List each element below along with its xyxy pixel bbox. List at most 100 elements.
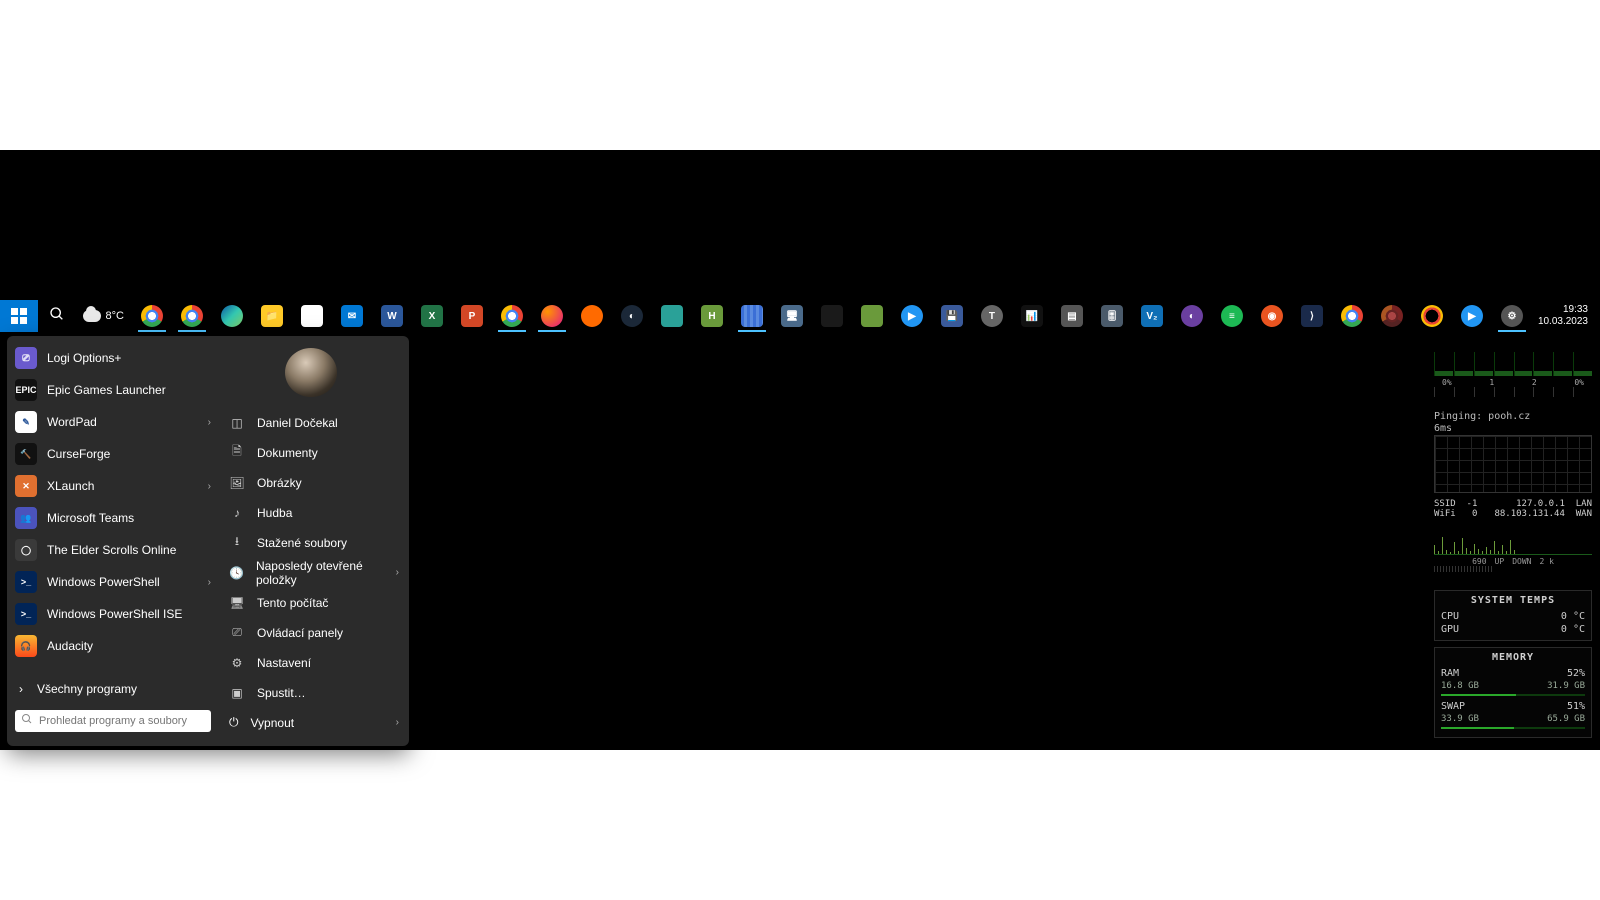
start-app-label: Logi Options+ xyxy=(47,351,121,365)
start-link-4[interactable]: 🕓Naposledy otevřené položky› xyxy=(219,558,409,588)
clock-time: 19:33 xyxy=(1538,304,1588,316)
taskbar-app-app-t[interactable]: T xyxy=(972,300,1012,332)
start-link-2[interactable]: ♪Hudba xyxy=(219,498,409,528)
taskbar-app-ubuntu[interactable]: ◉ xyxy=(1252,300,1292,332)
taskbar-app-app-h[interactable]: H xyxy=(692,300,732,332)
start-app-label: WordPad xyxy=(47,415,97,429)
taskbar-app-chrome-e[interactable] xyxy=(1372,300,1412,332)
start-button[interactable] xyxy=(0,300,38,332)
start-app-2[interactable]: ✎WordPad› xyxy=(7,406,219,438)
taskbar-app-word[interactable]: W xyxy=(372,300,412,332)
start-app-label: Epic Games Launcher xyxy=(47,383,166,397)
app-icon: ✎ xyxy=(15,411,37,433)
swap-bar xyxy=(1441,727,1514,729)
taskbar-app-app-yellow-d[interactable]: ⟩ xyxy=(1292,300,1332,332)
taskbar-app-app-monitor[interactable]: 🖥 xyxy=(772,300,812,332)
desktop-widgets: 0% 1 2 0% Pinging: pooh.cz 6ms SSID -1 1… xyxy=(1434,352,1592,744)
power-button[interactable]: ⏻ Vypnout › xyxy=(219,708,409,738)
start-menu: ⎚Logi Options+EPICEpic Games Launcher ✎ Wo… xyxy=(7,336,409,746)
taskbar-app-app-save[interactable]: 💾 xyxy=(932,300,972,332)
taskbar-app-app-teal[interactable] xyxy=(652,300,692,332)
chrome-icon xyxy=(141,305,163,327)
start-menu-app-list: ⎚Logi Options+EPICEpic Games Launcher ✎ Wo… xyxy=(7,336,219,746)
taskbar-app-app-purple[interactable]: ◐ xyxy=(1172,300,1212,332)
ping-graph xyxy=(1434,435,1592,493)
app-mixer-icon: 🎚 xyxy=(1101,305,1123,327)
taskbar-app-app-blue-play2[interactable]: ▶ xyxy=(1452,300,1492,332)
taskbar-app-calendar[interactable] xyxy=(292,300,332,332)
taskbar-app-edge[interactable] xyxy=(212,300,252,332)
start-app-4[interactable]: ✕XLaunch› xyxy=(7,470,219,502)
taskbar: 8°C 📁✉WXP◐H🖥▶💾T📊▤🎚V₂◐≡◉⟩▶⚙ 19:33 10.03.2… xyxy=(0,300,1600,332)
start-link-3[interactable]: ⭳Stažené soubory xyxy=(219,528,409,558)
app-save-icon: 💾 xyxy=(941,305,963,327)
taskbar-app-powerpoint[interactable]: P xyxy=(452,300,492,332)
start-link-7[interactable]: ⚙Nastavení xyxy=(219,648,409,678)
app-green-sq-icon xyxy=(861,305,883,327)
taskbar-app-app-v2[interactable]: V₂ xyxy=(1132,300,1172,332)
taskbar-app-app-blue-play[interactable]: ▶ xyxy=(892,300,932,332)
start-link-0[interactable]: 🗎Dokumenty xyxy=(219,438,409,468)
edge-icon xyxy=(221,305,243,327)
taskbar-app-settings-gear[interactable]: ⚙ xyxy=(1492,300,1532,332)
start-app-3[interactable]: 🔨CurseForge xyxy=(7,438,219,470)
chrome-d-icon xyxy=(1341,305,1363,327)
start-app-9[interactable]: 🎧Audacity xyxy=(7,630,219,662)
all-programs-label: Všechny programy xyxy=(37,682,137,696)
taskbar-app-spotify[interactable]: ≡ xyxy=(1212,300,1252,332)
clock[interactable]: 19:33 10.03.2023 xyxy=(1532,304,1594,328)
taskbar-app-app-blue-stripes[interactable] xyxy=(732,300,772,332)
taskbar-app-app-mixer[interactable]: 🎚 xyxy=(1092,300,1132,332)
start-app-5[interactable]: 👥Microsoft Teams xyxy=(7,502,219,534)
start-link-5[interactable]: 🖥Tento počítač xyxy=(219,588,409,618)
start-app-7[interactable]: >_Windows PowerShell› xyxy=(7,566,219,598)
start-link-1[interactable]: 🖼Obrázky xyxy=(219,468,409,498)
taskbar-app-excel[interactable]: X xyxy=(412,300,452,332)
spotify-icon: ≡ xyxy=(1221,305,1243,327)
start-app-6[interactable]: ◯The Elder Scrolls Online xyxy=(7,534,219,566)
app-orange-icon xyxy=(581,305,603,327)
taskbar-app-steam[interactable]: ◐ xyxy=(612,300,652,332)
link-icon: ⚙ xyxy=(229,656,245,670)
taskbar-app-mail[interactable]: ✉ xyxy=(332,300,372,332)
app-icon: >_ xyxy=(15,571,37,593)
user-name-link[interactable]: ◫ Daniel Dočekal xyxy=(219,409,409,437)
taskbar-app-app-ring[interactable] xyxy=(1412,300,1452,332)
explorer-icon: 📁 xyxy=(261,305,283,327)
settings-gear-icon: ⚙ xyxy=(1501,305,1523,327)
start-app-8[interactable]: >_Windows PowerShell ISE xyxy=(7,598,219,630)
weather-widget[interactable]: 8°C xyxy=(75,310,131,322)
search-icon xyxy=(49,306,65,327)
link-icon: 🖼 xyxy=(229,476,245,490)
net-wifi-row: WiFi 0 88.103.131.44 WAN xyxy=(1434,509,1592,519)
cpu-labels: 0% 1 2 0% xyxy=(1434,378,1592,387)
start-search[interactable] xyxy=(15,710,211,732)
start-link-6[interactable]: ⎚Ovládací panely xyxy=(219,618,409,648)
all-programs[interactable]: › Všechny programy xyxy=(7,672,219,706)
chevron-right-icon: › xyxy=(19,682,23,696)
taskbar-app-app-green-sq[interactable] xyxy=(852,300,892,332)
start-link-8[interactable]: ▣Spustit… xyxy=(219,678,409,708)
taskbar-app-app-dark[interactable] xyxy=(812,300,852,332)
start-app-0[interactable]: ⎚Logi Options+ xyxy=(7,342,219,374)
taskbar-search[interactable] xyxy=(38,300,76,332)
start-app-1[interactable]: EPICEpic Games Launcher xyxy=(7,374,219,406)
start-link-label: Ovládací panely xyxy=(257,626,343,640)
taskbar-app-app-doc[interactable]: ▤ xyxy=(1052,300,1092,332)
taskbar-app-chrome[interactable] xyxy=(132,300,172,332)
taskbar-app-firefox[interactable] xyxy=(532,300,572,332)
taskbar-app-app-orange[interactable] xyxy=(572,300,612,332)
firefox-icon xyxy=(541,305,563,327)
taskbar-app-explorer[interactable]: 📁 xyxy=(252,300,292,332)
app-blue-play2-icon: ▶ xyxy=(1461,305,1483,327)
taskbar-app-chrome-d[interactable] xyxy=(1332,300,1372,332)
powerpoint-icon: P xyxy=(461,305,483,327)
taskbar-app-chrome-c[interactable] xyxy=(492,300,532,332)
app-monitor-icon: 🖥 xyxy=(781,305,803,327)
user-avatar[interactable] xyxy=(285,348,337,397)
word-icon: W xyxy=(381,305,403,327)
taskbar-app-chrome-alt[interactable] xyxy=(172,300,212,332)
taskbar-app-app-bars[interactable]: 📊 xyxy=(1012,300,1052,332)
app-blue-play-icon: ▶ xyxy=(901,305,923,327)
start-search-input[interactable] xyxy=(39,715,205,727)
